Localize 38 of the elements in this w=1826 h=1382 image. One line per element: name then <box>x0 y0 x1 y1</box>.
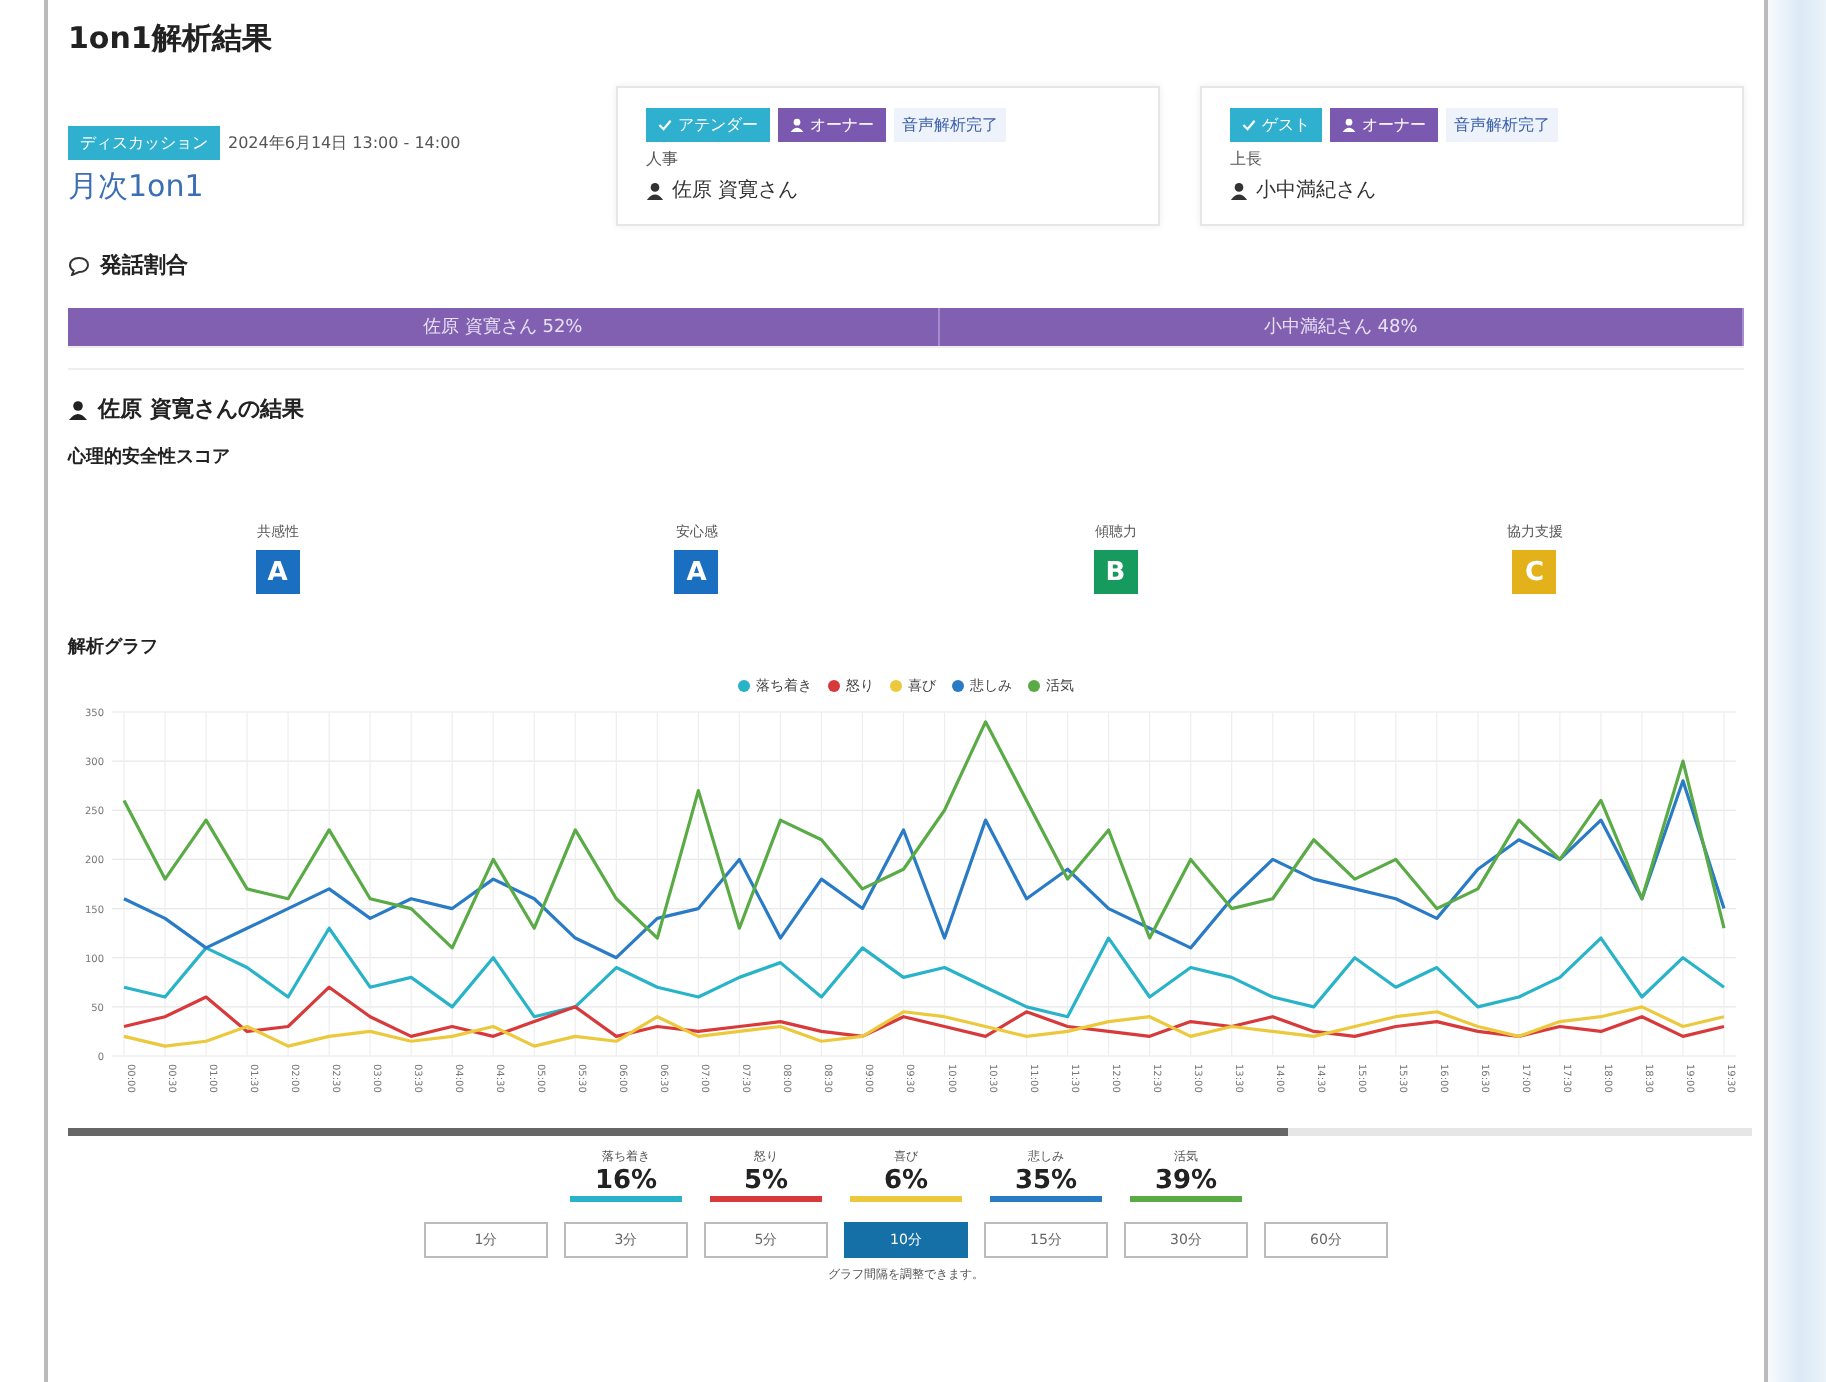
score-grade: B <box>1093 550 1138 594</box>
user-icon <box>646 181 664 199</box>
score-grade: C <box>1512 550 1557 594</box>
participant-role: 人事 <box>646 148 680 170</box>
role-badge: オーナー <box>778 108 886 142</box>
score-grade: A <box>674 550 719 594</box>
user-icon <box>790 118 804 132</box>
section-heading: 佐原 資寛さんの結果 <box>98 394 304 424</box>
participant-name: 小中満紀さん <box>1256 177 1376 204</box>
subsection-heading: 心理的安全性スコア <box>68 444 232 470</box>
user-icon <box>1230 181 1248 199</box>
summary-value: 5% <box>710 1166 822 1202</box>
participant-role: 上長 <box>1230 148 1264 170</box>
user-icon <box>68 399 88 419</box>
scrollbar[interactable] <box>68 1128 1752 1136</box>
section-heading: 発話割合 <box>100 250 188 280</box>
meeting-name: 月次1on1 <box>68 168 206 206</box>
check-icon <box>1242 118 1256 132</box>
speech-bubble-icon <box>68 255 90 275</box>
summary-value: 6% <box>850 1166 962 1202</box>
meeting-datetime: 2024年6月14日 13:00 - 14:00 <box>228 132 461 154</box>
summary-value: 39% <box>1130 1166 1242 1202</box>
summary-value: 16% <box>570 1166 682 1202</box>
role-badge: アテンダー <box>646 108 770 142</box>
status-label: 音声解析完了 <box>894 108 1006 142</box>
status-label: 音声解析完了 <box>1446 108 1558 142</box>
speech-ratio-segment: 小中満紀さん 48% <box>939 308 1744 346</box>
subsection-heading: 解析グラフ <box>68 635 160 660</box>
score-grade: A <box>255 550 300 594</box>
meeting-type-badge: ディスカッション <box>68 126 220 160</box>
page-title: 1on1解析結果 <box>68 20 274 58</box>
role-badge: オーナー <box>1330 108 1438 142</box>
summary-value: 35% <box>990 1166 1102 1202</box>
speech-ratio-segment: 佐原 資寛さん 52% <box>68 308 940 346</box>
check-icon <box>658 118 672 132</box>
role-badge: ゲスト <box>1230 108 1322 142</box>
participant-name: 佐原 資寛さん <box>672 177 799 204</box>
user-icon <box>1342 118 1356 132</box>
